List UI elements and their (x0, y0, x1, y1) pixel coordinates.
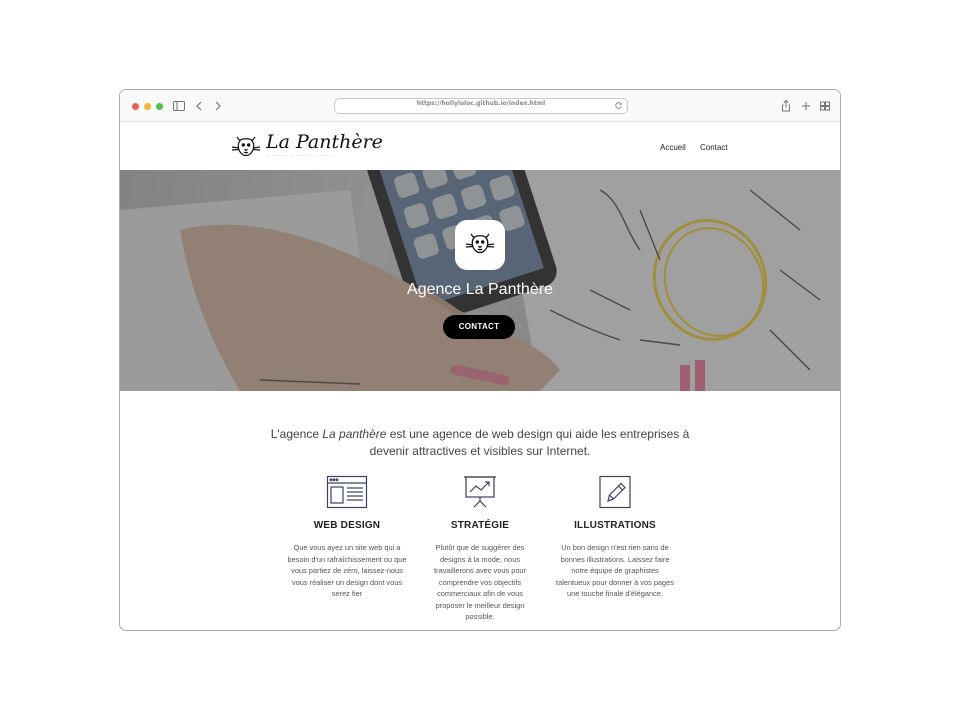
service-strategie: STRATÉGIE Plutôt que de suggérer des des… (418, 475, 542, 623)
forward-icon[interactable] (211, 99, 225, 113)
panther-logo-icon (231, 136, 261, 157)
reload-icon[interactable] (614, 101, 623, 110)
maximize-window-button[interactable] (156, 103, 163, 110)
minimize-window-button[interactable] (144, 103, 151, 110)
service-description: Un bon design n'est rien sans de bonnes … (556, 543, 674, 598)
intro-paragraph: L'agence La panthère est une agence de w… (270, 426, 690, 460)
presentation-chart-icon (459, 475, 501, 509)
service-web-design: WEB DESIGN Que vous ayez un site web qui… (285, 475, 409, 600)
url-text: https://hollyloloc.github.io/index.html (416, 100, 546, 107)
service-description: Que vous ayez un site web qui a besoin d… (287, 543, 407, 598)
intro-text-end: est une agence de web design qui aide le… (369, 427, 690, 458)
pencil-icon (594, 475, 636, 509)
nav-link-contact[interactable]: Contact (700, 143, 728, 152)
nav-link-accueil[interactable]: Accueil (660, 143, 686, 152)
intro-agency-name: La panthère (322, 427, 387, 441)
hero-title: Agence La Panthère (407, 281, 553, 298)
logo-text: La Panthère (266, 131, 383, 153)
close-window-button[interactable] (132, 103, 139, 110)
tabs-overview-icon[interactable] (818, 99, 832, 113)
service-title: WEB DESIGN (313, 520, 381, 531)
back-icon[interactable] (192, 99, 206, 113)
hero-contact-button[interactable]: CONTACT (443, 315, 515, 339)
address-bar[interactable]: https://hollyloloc.github.io/index.html (334, 98, 628, 114)
site-header: La Panthère — — — — — — — — — — — — Accu… (120, 122, 840, 170)
service-description: Plutôt que de suggérer des designs à la … (433, 543, 527, 621)
hero-logo-badge (455, 220, 505, 270)
intro-text-start: L'agence (270, 427, 323, 441)
share-icon[interactable] (779, 99, 793, 113)
web-layout-icon (326, 475, 368, 509)
service-title: STRATÉGIE (450, 520, 510, 531)
new-tab-icon[interactable] (799, 99, 813, 113)
browser-window: https://hollyloloc.github.io/index.html (119, 89, 841, 631)
panther-head-icon (465, 233, 495, 254)
service-illustrations: ILLUSTRATIONS Un bon design n'est rien s… (553, 475, 677, 600)
sidebar-icon[interactable] (172, 99, 186, 113)
browser-toolbar: https://hollyloloc.github.io/index.html (120, 90, 840, 122)
logo-tagline-decoration: — — — — — — — — — — — — (267, 153, 336, 157)
service-title: ILLUSTRATIONS (574, 520, 656, 531)
hero-banner: Agence La Panthère CONTACT (120, 170, 840, 391)
